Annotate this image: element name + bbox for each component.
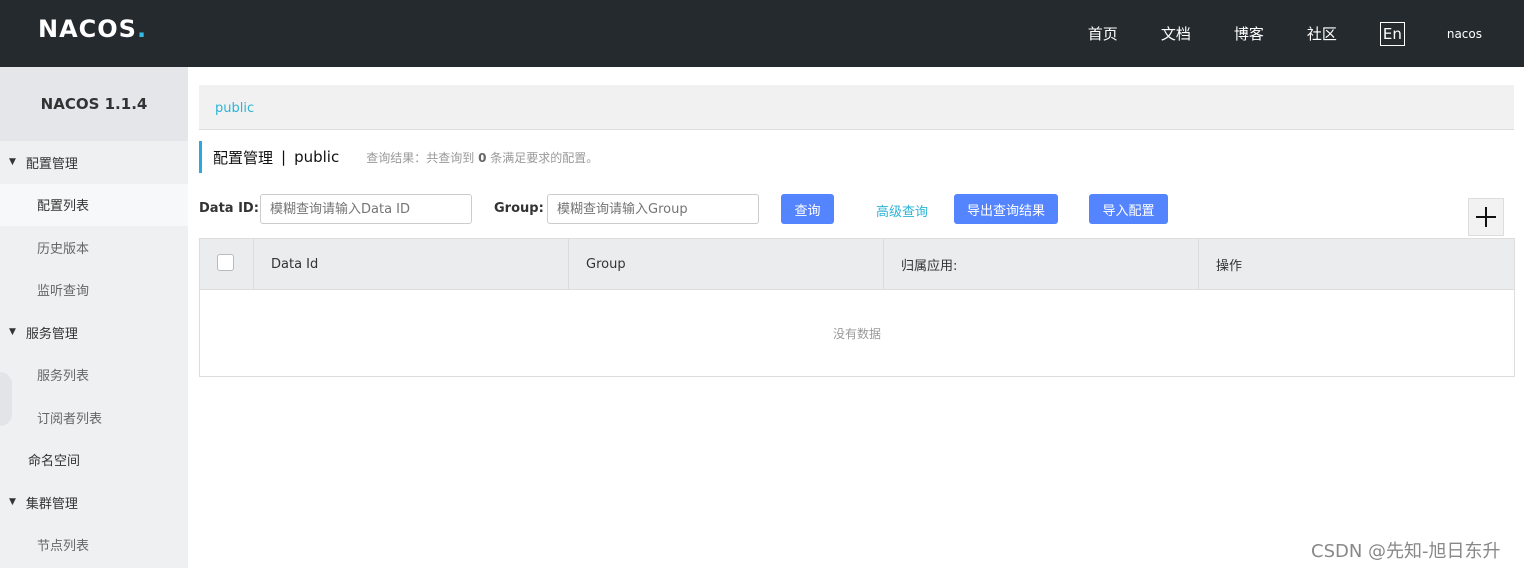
sidebar-item-history[interactable]: 历史版本 (0, 226, 188, 269)
sidebar-item-namespace[interactable]: 命名空间 (0, 439, 188, 482)
config-table: Data Id Group 归属应用: 操作 没有数据 (199, 238, 1515, 377)
top-nav: 首页 文档 博客 社区 En nacos (1088, 0, 1524, 67)
table-header: Data Id Group 归属应用: 操作 (200, 239, 1514, 290)
user-name[interactable]: nacos (1447, 27, 1482, 41)
language-switch[interactable]: En (1379, 21, 1405, 46)
advanced-query-link[interactable]: 高级查询 (876, 201, 928, 220)
column-header-actions: 操作 (1216, 258, 1243, 274)
breadcrumb: public (199, 85, 1514, 130)
sidebar-item-subscribers[interactable]: 订阅者列表 (0, 396, 188, 439)
title-separator: | (281, 148, 287, 166)
table-empty-message: 没有数据 (832, 326, 881, 341)
query-button[interactable]: 查询 (781, 194, 834, 224)
menu-group-cluster[interactable]: ▼ 集群管理 (0, 481, 188, 524)
dataid-search-input[interactable] (260, 194, 472, 224)
column-header-dataid[interactable]: Data Id (254, 239, 569, 289)
watermark: CSDN @先知-旭日东升 (1311, 541, 1501, 562)
add-config-button[interactable] (1468, 198, 1504, 236)
group-search-input[interactable] (547, 194, 759, 224)
select-all-cell (200, 239, 254, 289)
select-all-checkbox[interactable] (217, 254, 234, 271)
sidebar-item-config-list[interactable]: 配置列表 (0, 183, 188, 226)
sidebar-item-service-list[interactable]: 服务列表 (0, 354, 188, 397)
dataid-label: Data ID: (199, 201, 259, 216)
query-result-summary: 查询结果：共查询到 0 条满足要求的配置。 (366, 150, 599, 165)
export-results-button[interactable]: 导出查询结果 (954, 194, 1058, 224)
caret-down-icon: ▼ (9, 327, 16, 338)
nav-blog[interactable]: 博客 (1234, 23, 1264, 44)
group-label: Group: (494, 201, 544, 216)
nav-community[interactable]: 社区 (1307, 23, 1337, 44)
plus-icon (1476, 207, 1496, 227)
menu-group-service[interactable]: ▼ 服务管理 (0, 311, 188, 354)
nav-docs[interactable]: 文档 (1161, 23, 1191, 44)
sidebar-item-node-list[interactable]: 节点列表 (0, 524, 188, 567)
caret-down-icon: ▼ (9, 497, 16, 508)
nacos-logo[interactable]: NACOS. (38, 15, 147, 43)
top-navbar: NACOS. 首页 文档 博客 社区 En nacos (0, 0, 1524, 67)
sidebar-item-listen-query[interactable]: 监听查询 (0, 269, 188, 312)
import-config-button[interactable]: 导入配置 (1089, 194, 1168, 224)
caret-down-icon: ▼ (9, 157, 16, 168)
column-header-group[interactable]: Group (569, 239, 884, 289)
page-title: 配置管理 | public 查询结果：共查询到 0 条满足要求的配置。 (199, 141, 598, 173)
nav-home[interactable]: 首页 (1088, 23, 1118, 44)
page-title-text: 配置管理 (213, 148, 274, 167)
column-header-app[interactable]: 归属应用: (884, 239, 1199, 289)
version-label: NACOS 1.1.4 (0, 67, 188, 141)
namespace-tab-public[interactable]: public (215, 101, 254, 116)
sidebar: NACOS 1.1.4 ▼ 配置管理 配置列表 历史版本 监听查询 ▼ 服务管理… (0, 67, 188, 568)
namespace-name: public (294, 148, 340, 166)
menu-group-config[interactable]: ▼ 配置管理 (0, 141, 188, 184)
sidebar-collapse-handle[interactable] (0, 372, 12, 426)
